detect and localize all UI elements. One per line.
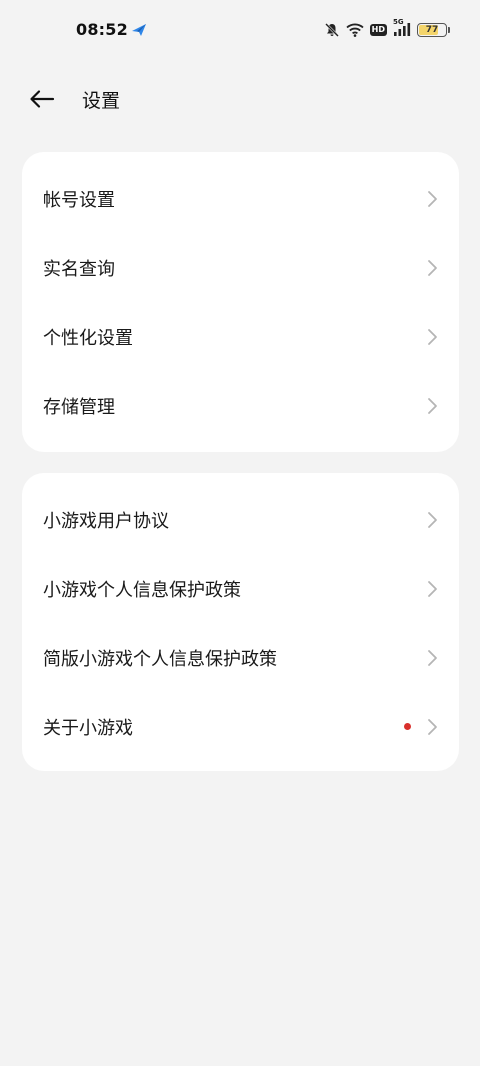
- chevron-right-icon: [428, 511, 437, 528]
- status-time: 08:52: [76, 20, 128, 39]
- row-label: 实名查询: [43, 258, 115, 280]
- battery-icon: 77: [417, 23, 450, 37]
- status-bar: 08:52 HD 5G 77: [0, 0, 480, 60]
- header: 设置: [0, 75, 480, 123]
- network-type-label: 5G: [393, 18, 404, 26]
- row-label: 小游戏个人信息保护政策: [43, 579, 241, 601]
- settings-row-storage[interactable]: 存储管理: [22, 371, 459, 440]
- row-label: 存储管理: [43, 396, 115, 418]
- settings-row-realname[interactable]: 实名查询: [22, 233, 459, 302]
- page-title: 设置: [82, 90, 121, 112]
- hd-badge: HD: [369, 24, 387, 36]
- app-indicator-icon: [132, 24, 146, 36]
- settings-row-privacy-policy[interactable]: 小游戏个人信息保护政策: [22, 554, 459, 623]
- new-badge-dot: [404, 723, 411, 730]
- back-arrow-icon: [30, 90, 55, 108]
- chevron-right-icon: [428, 397, 437, 414]
- row-label: 帐号设置: [43, 189, 115, 211]
- signal-icon: 5G: [393, 18, 411, 37]
- settings-row-brief-privacy-policy[interactable]: 简版小游戏个人信息保护政策: [22, 623, 459, 692]
- chevron-right-icon: [428, 718, 437, 735]
- row-label: 简版小游戏个人信息保护政策: [43, 648, 277, 670]
- status-icons: HD 5G 77: [324, 18, 450, 41]
- settings-card-account: 帐号设置 实名查询 个性化设置 存储管理: [22, 152, 459, 452]
- row-label: 关于小游戏: [43, 717, 133, 739]
- settings-row-account[interactable]: 帐号设置: [22, 164, 459, 233]
- chevron-right-icon: [428, 649, 437, 666]
- row-label: 小游戏用户协议: [43, 510, 169, 532]
- chevron-right-icon: [428, 328, 437, 345]
- settings-row-about[interactable]: 关于小游戏: [22, 692, 459, 761]
- settings-row-user-agreement[interactable]: 小游戏用户协议: [22, 485, 459, 554]
- chevron-right-icon: [428, 259, 437, 276]
- battery-level: 77: [425, 25, 439, 35]
- chevron-right-icon: [428, 190, 437, 207]
- settings-row-personalization[interactable]: 个性化设置: [22, 302, 459, 371]
- row-label: 个性化设置: [43, 327, 133, 349]
- settings-card-about: 小游戏用户协议 小游戏个人信息保护政策 简版小游戏个人信息保护政策 关于小游戏: [22, 473, 459, 771]
- back-button[interactable]: [26, 83, 58, 115]
- chevron-right-icon: [428, 580, 437, 597]
- wifi-icon: [346, 23, 364, 37]
- mute-bell-icon: [324, 22, 340, 38]
